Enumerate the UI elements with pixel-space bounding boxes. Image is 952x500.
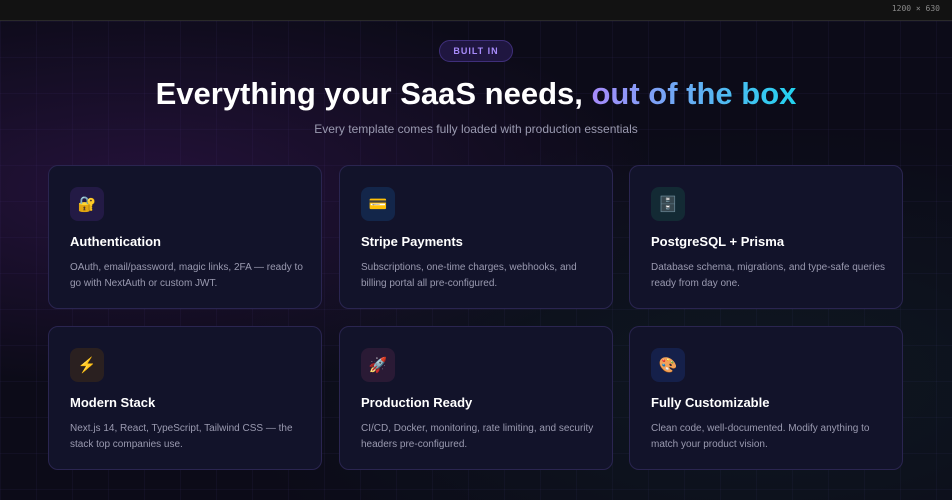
feature-card: 🗄️ PostgreSQL + Prisma Database schema, … xyxy=(629,165,903,309)
feature-card: 🚀 Production Ready CI/CD, Docker, monito… xyxy=(339,326,613,470)
feature-card: 🎨 Fully Customizable Clean code, well-do… xyxy=(629,326,903,470)
viewport-size-label: 1200 × 630 xyxy=(891,4,940,13)
feature-card: ⚡ Modern Stack Next.js 14, React, TypeSc… xyxy=(48,326,322,470)
feature-description: OAuth, email/password, magic links, 2FA … xyxy=(70,262,303,289)
feature-description: Database schema, migrations, and type-sa… xyxy=(651,262,886,289)
lightning-icon: ⚡ xyxy=(70,348,104,382)
feature-title: Production Ready xyxy=(361,395,473,410)
credit-card-icon: 💳 xyxy=(361,187,395,221)
heading-highlight: out of the box xyxy=(591,76,797,111)
feature-title: Modern Stack xyxy=(70,395,156,410)
feature-description: Subscriptions, one-time charges, webhook… xyxy=(361,262,577,289)
feature-title: Fully Customizable xyxy=(651,395,770,410)
section-heading: Everything your SaaS needs, out of the b… xyxy=(0,76,952,112)
heading-plain: Everything your SaaS needs, xyxy=(155,76,592,111)
feature-card: 🔐 Authentication OAuth, email/password, … xyxy=(48,165,322,309)
palette-icon: 🎨 xyxy=(651,348,685,382)
top-bar: 1200 × 630 xyxy=(0,0,952,21)
features-section: BUILT IN Everything your SaaS needs, out… xyxy=(0,21,952,500)
feature-description: CI/CD, Docker, monitoring, rate limiting… xyxy=(361,423,594,450)
feature-title: PostgreSQL + Prisma xyxy=(651,234,785,249)
feature-description: Next.js 14, React, TypeScript, Tailwind … xyxy=(70,423,293,450)
built-in-badge: BUILT IN xyxy=(439,40,513,62)
section-subtitle: Every template comes fully loaded with p… xyxy=(314,122,638,136)
feature-description: Clean code, well-documented. Modify anyt… xyxy=(651,423,870,450)
feature-title: Stripe Payments xyxy=(361,234,463,249)
lock-key-icon: 🔐 xyxy=(70,187,104,221)
feature-title: Authentication xyxy=(70,234,161,249)
rocket-icon: 🚀 xyxy=(361,348,395,382)
feature-card: 💳 Stripe Payments Subscriptions, one-tim… xyxy=(339,165,613,309)
database-icon: 🗄️ xyxy=(651,187,685,221)
